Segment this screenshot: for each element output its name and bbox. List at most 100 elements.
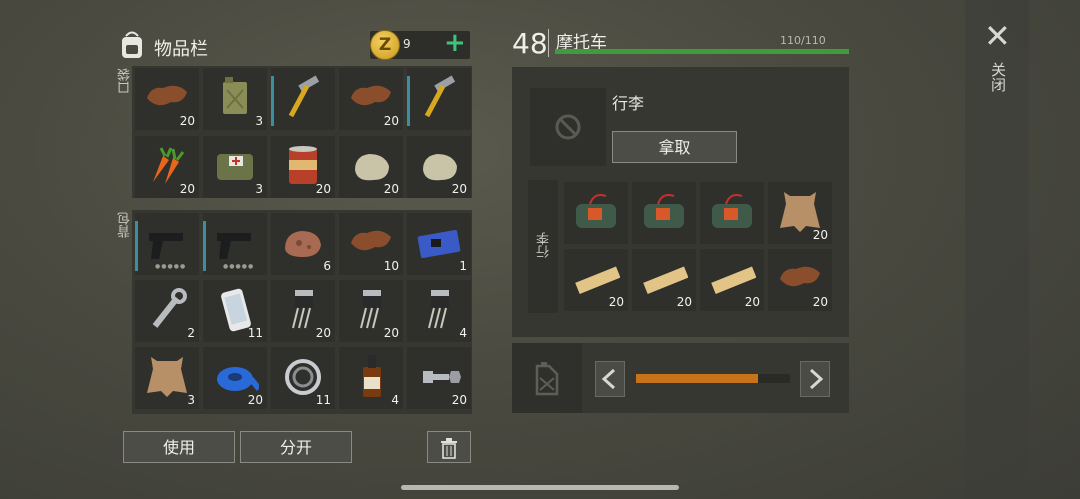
item-count: 3 — [255, 114, 263, 128]
item-slot-leather[interactable]: 20 — [768, 249, 832, 311]
item-slot-leather[interactable]: 10 — [339, 213, 403, 275]
first-aid-bag-icon — [217, 154, 253, 180]
fuel-decrease-button[interactable] — [595, 361, 625, 397]
item-count: 20 — [676, 295, 692, 309]
item-count: 20 — [315, 326, 331, 340]
item-slot-pistol[interactable]: ●●●●● — [203, 213, 267, 275]
item-slot-wood-plank[interactable]: 20 — [564, 249, 628, 311]
jerrycan-icon — [535, 362, 559, 396]
fuel-increase-button[interactable] — [800, 361, 830, 397]
home-indicator[interactable] — [401, 485, 679, 490]
item-slot-food-can[interactable]: 20 — [271, 136, 335, 198]
vehicle-level: 48 — [512, 27, 548, 60]
jerrycan-icon — [223, 77, 247, 114]
backpack-icon — [122, 31, 142, 58]
luggage-slot-empty — [530, 88, 606, 166]
ammo-dots: ●●●●● — [223, 263, 255, 270]
item-count: 2 — [187, 326, 195, 340]
item-count: 3 — [187, 393, 195, 407]
item-slot-copper-ore[interactable]: 6 — [271, 213, 335, 275]
item-count: 20 — [451, 182, 467, 196]
trash-button[interactable] — [427, 431, 471, 463]
item-slot-leather[interactable]: 20 — [135, 68, 199, 130]
item-slot-wood-plank[interactable]: 20 — [632, 249, 696, 311]
dynamite-bundle-icon — [576, 194, 616, 228]
coin-count: 9 — [403, 37, 411, 51]
pockets-label: 口袋 — [118, 68, 133, 94]
item-count: 20 — [179, 182, 195, 196]
durability-bar — [407, 76, 410, 126]
item-count: 20 — [812, 228, 828, 242]
item-count: 20 — [608, 295, 624, 309]
item-slot-stone[interactable]: 20 — [407, 136, 471, 198]
item-slot-animal-hide[interactable]: 20 — [768, 182, 832, 244]
luggage-label: 行李 — [537, 232, 552, 258]
vehicle-hp-bar — [555, 49, 849, 54]
close-label[interactable]: 关闭 — [988, 62, 1009, 92]
item-slot-whiskey-bottle[interactable]: 4 — [339, 347, 403, 409]
close-icon[interactable]: ✕ — [984, 20, 1011, 52]
item-count: 4 — [459, 326, 467, 340]
copper-ore-icon — [285, 231, 321, 257]
backpack-label: 背包 — [118, 212, 133, 238]
item-slot-animal-hide[interactable]: 3 — [135, 347, 199, 409]
item-slot-dynamite-bundle[interactable] — [700, 182, 764, 244]
split-button[interactable]: 分开 — [240, 431, 352, 463]
item-slot-circuit-board[interactable]: 1 — [407, 213, 471, 275]
arrow-right-icon — [809, 368, 824, 390]
item-slot-wrench[interactable]: 2 — [135, 280, 199, 342]
item-count: 20 — [812, 295, 828, 309]
dynamite-bundle-icon — [712, 194, 752, 228]
item-count: 6 — [323, 259, 331, 273]
hp-fill — [555, 49, 849, 54]
item-slot-pistol[interactable]: ●●●●● — [135, 213, 199, 275]
dynamite-bundle-icon — [644, 194, 684, 228]
no-entry-icon — [555, 114, 581, 140]
inventory-title: 物品栏 — [154, 39, 208, 60]
vehicle-hp-text: 110/110 — [780, 34, 826, 47]
durability-bar — [135, 221, 138, 271]
use-button[interactable]: 使用 — [123, 431, 235, 463]
pistol-icon — [149, 233, 183, 259]
add-coins-button[interactable]: + — [444, 29, 466, 57]
hammer-icon — [288, 75, 320, 118]
item-slot-stone[interactable]: 20 — [339, 136, 403, 198]
divider — [548, 29, 549, 57]
wrench-icon — [152, 288, 187, 328]
item-slot-transistor[interactable]: 4 — [407, 280, 471, 342]
item-count: 4 — [391, 393, 399, 407]
item-slot-first-aid-bag[interactable]: 3 — [203, 136, 267, 198]
item-slot-wood-plank[interactable]: 20 — [700, 249, 764, 311]
item-slot-carrots[interactable]: 20 — [135, 136, 199, 198]
item-slot-transistor[interactable]: 20 — [271, 280, 335, 342]
fuel-slot[interactable] — [512, 343, 582, 413]
item-count: 20 — [744, 295, 760, 309]
whiskey-bottle-icon — [363, 355, 381, 397]
item-slot-jerrycan[interactable]: 3 — [203, 68, 267, 130]
circuit-board-icon — [417, 230, 461, 258]
item-slot-transistor[interactable]: 20 — [339, 280, 403, 342]
item-count: 11 — [247, 326, 263, 340]
item-count: 20 — [383, 182, 399, 196]
item-slot-smartphone[interactable]: 11 — [203, 280, 267, 342]
item-slot-dynamite-bundle[interactable] — [564, 182, 628, 244]
item-count: 20 — [383, 114, 399, 128]
item-slot-hammer[interactable] — [407, 68, 471, 130]
item-count: 20 — [247, 393, 263, 407]
item-slot-leather[interactable]: 20 — [339, 68, 403, 130]
item-slot-dynamite-bundle[interactable] — [632, 182, 696, 244]
item-count: 11 — [315, 393, 331, 407]
animal-hide-icon — [147, 357, 187, 397]
item-slot-bolt-nut[interactable]: 20 — [407, 347, 471, 409]
item-count: 3 — [255, 182, 263, 196]
fuel-bar[interactable] — [636, 374, 790, 383]
pistol-icon — [217, 233, 251, 259]
item-slot-hammer[interactable] — [271, 68, 335, 130]
item-slot-bearing[interactable]: 11 — [271, 347, 335, 409]
item-count: 20 — [451, 393, 467, 407]
item-slot-duct-tape[interactable]: 20 — [203, 347, 267, 409]
item-count: 10 — [383, 259, 399, 273]
fuel-fill — [636, 374, 758, 383]
take-button[interactable]: 拿取 — [612, 131, 737, 163]
ammo-dots: ●●●●● — [155, 263, 187, 270]
